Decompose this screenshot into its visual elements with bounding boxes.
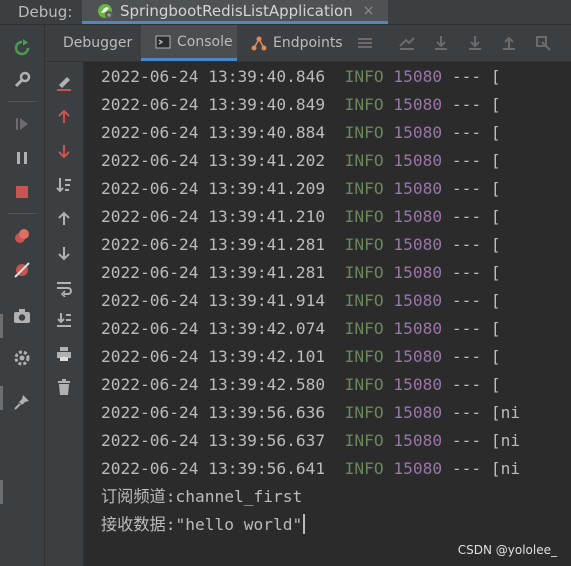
- pin-icon[interactable]: [11, 391, 33, 413]
- log-line: 2022-06-24 13:39:41.209 INFO 15080 --- [: [101, 179, 501, 198]
- scroll-to-end-icon[interactable]: [54, 310, 74, 330]
- soft-wrap-icon[interactable]: [54, 278, 74, 298]
- show-execution-point-icon[interactable]: [398, 34, 416, 52]
- tab-debugger[interactable]: Debugger: [53, 25, 153, 61]
- log-line: 2022-06-24 13:39:42.580 INFO 15080 --- [: [101, 375, 501, 394]
- log-line: 2022-06-24 13:39:41.914 INFO 15080 --- [: [101, 291, 501, 310]
- print-icon[interactable]: [54, 344, 74, 364]
- log-line: 2022-06-24 13:39:56.641 INFO 15080 --- […: [101, 459, 521, 478]
- text-caret: [303, 514, 306, 534]
- watermark: CSDN @yololee_: [457, 543, 557, 557]
- side-edge-strip: [0, 290, 3, 566]
- log-line: 2022-06-24 13:39:56.637 INFO 15080 --- […: [101, 431, 521, 450]
- run-config-name: SpringbootRedisListApplication: [120, 1, 353, 20]
- view-breakpoints-icon[interactable]: [11, 225, 33, 247]
- log-line: 2022-06-24 13:39:42.101 INFO 15080 --- [: [101, 347, 501, 366]
- down-red-arrow-icon[interactable]: [54, 141, 74, 161]
- endpoints-icon: [251, 36, 267, 51]
- subscribe-output-line: 订阅频道:channel_first: [101, 487, 303, 506]
- layout-menu-icon[interactable]: [356, 34, 374, 52]
- tab-endpoints-label: Endpoints: [273, 35, 343, 51]
- tab-console-label: Console: [177, 33, 233, 50]
- debug-label: Debug:: [18, 3, 73, 21]
- log-line: 2022-06-24 13:39:40.849 INFO 15080 --- [: [101, 95, 501, 114]
- wrench-icon[interactable]: [11, 69, 33, 91]
- mute-breakpoints-icon[interactable]: [11, 259, 33, 281]
- log-line: 2022-06-24 13:39:42.074 INFO 15080 --- [: [101, 319, 501, 338]
- trash-icon[interactable]: [54, 377, 74, 397]
- clear-console-icon[interactable]: [54, 72, 74, 92]
- console-icon: [155, 35, 171, 48]
- step-over-icon[interactable]: [432, 34, 450, 52]
- close-tab-icon[interactable]: ×: [363, 3, 375, 19]
- tab-endpoints[interactable]: Endpoints: [251, 25, 351, 61]
- step-into-icon[interactable]: [466, 34, 484, 52]
- log-line: 2022-06-24 13:39:41.281 INFO 15080 --- [: [101, 235, 501, 254]
- up-red-arrow-icon[interactable]: [54, 107, 74, 127]
- pause-icon[interactable]: [11, 147, 33, 169]
- run-to-cursor-icon[interactable]: [534, 34, 552, 52]
- camera-icon[interactable]: [11, 305, 33, 327]
- step-out-icon[interactable]: [500, 34, 518, 52]
- log-line: 2022-06-24 13:39:40.884 INFO 15080 --- [: [101, 123, 501, 142]
- log-line: 2022-06-24 13:39:41.202 INFO 15080 --- [: [101, 151, 501, 170]
- down-arrow-icon[interactable]: [54, 243, 74, 263]
- tab-debugger-label: Debugger: [63, 35, 133, 51]
- received-output-text: 接收数据:"hello world": [101, 515, 303, 534]
- debug-tab-bar: Debugger Console Endpoints: [45, 25, 571, 62]
- console-output[interactable]: 2022-06-24 13:39:40.846 INFO 15080 --- […: [84, 62, 571, 566]
- resume-icon[interactable]: [11, 113, 33, 135]
- sort-icon[interactable]: [54, 175, 74, 195]
- log-line: 2022-06-24 13:39:56.636 INFO 15080 --- […: [101, 403, 521, 422]
- console-side-toolbar: [45, 62, 84, 566]
- tab-console[interactable]: Console: [141, 25, 237, 61]
- run-config-tab[interactable]: SpringbootRedisListApplication ×: [82, 0, 388, 24]
- received-output-line: 接收数据:"hello world": [101, 511, 306, 539]
- log-line: 2022-06-24 13:39:41.281 INFO 15080 --- [: [101, 263, 501, 282]
- log-line: 2022-06-24 13:39:40.846 INFO 15080 --- [: [101, 67, 501, 86]
- debug-side-toolbar: [0, 25, 45, 566]
- log-line: 2022-06-24 13:39:41.210 INFO 15080 --- [: [101, 207, 501, 226]
- rerun-icon[interactable]: [11, 37, 33, 59]
- debug-title-bar: Debug: SpringbootRedisListApplication ×: [0, 0, 571, 25]
- up-arrow-icon[interactable]: [54, 209, 74, 229]
- settings-icon[interactable]: [11, 347, 33, 369]
- stop-icon[interactable]: [11, 181, 33, 203]
- spring-boot-icon: [98, 3, 113, 19]
